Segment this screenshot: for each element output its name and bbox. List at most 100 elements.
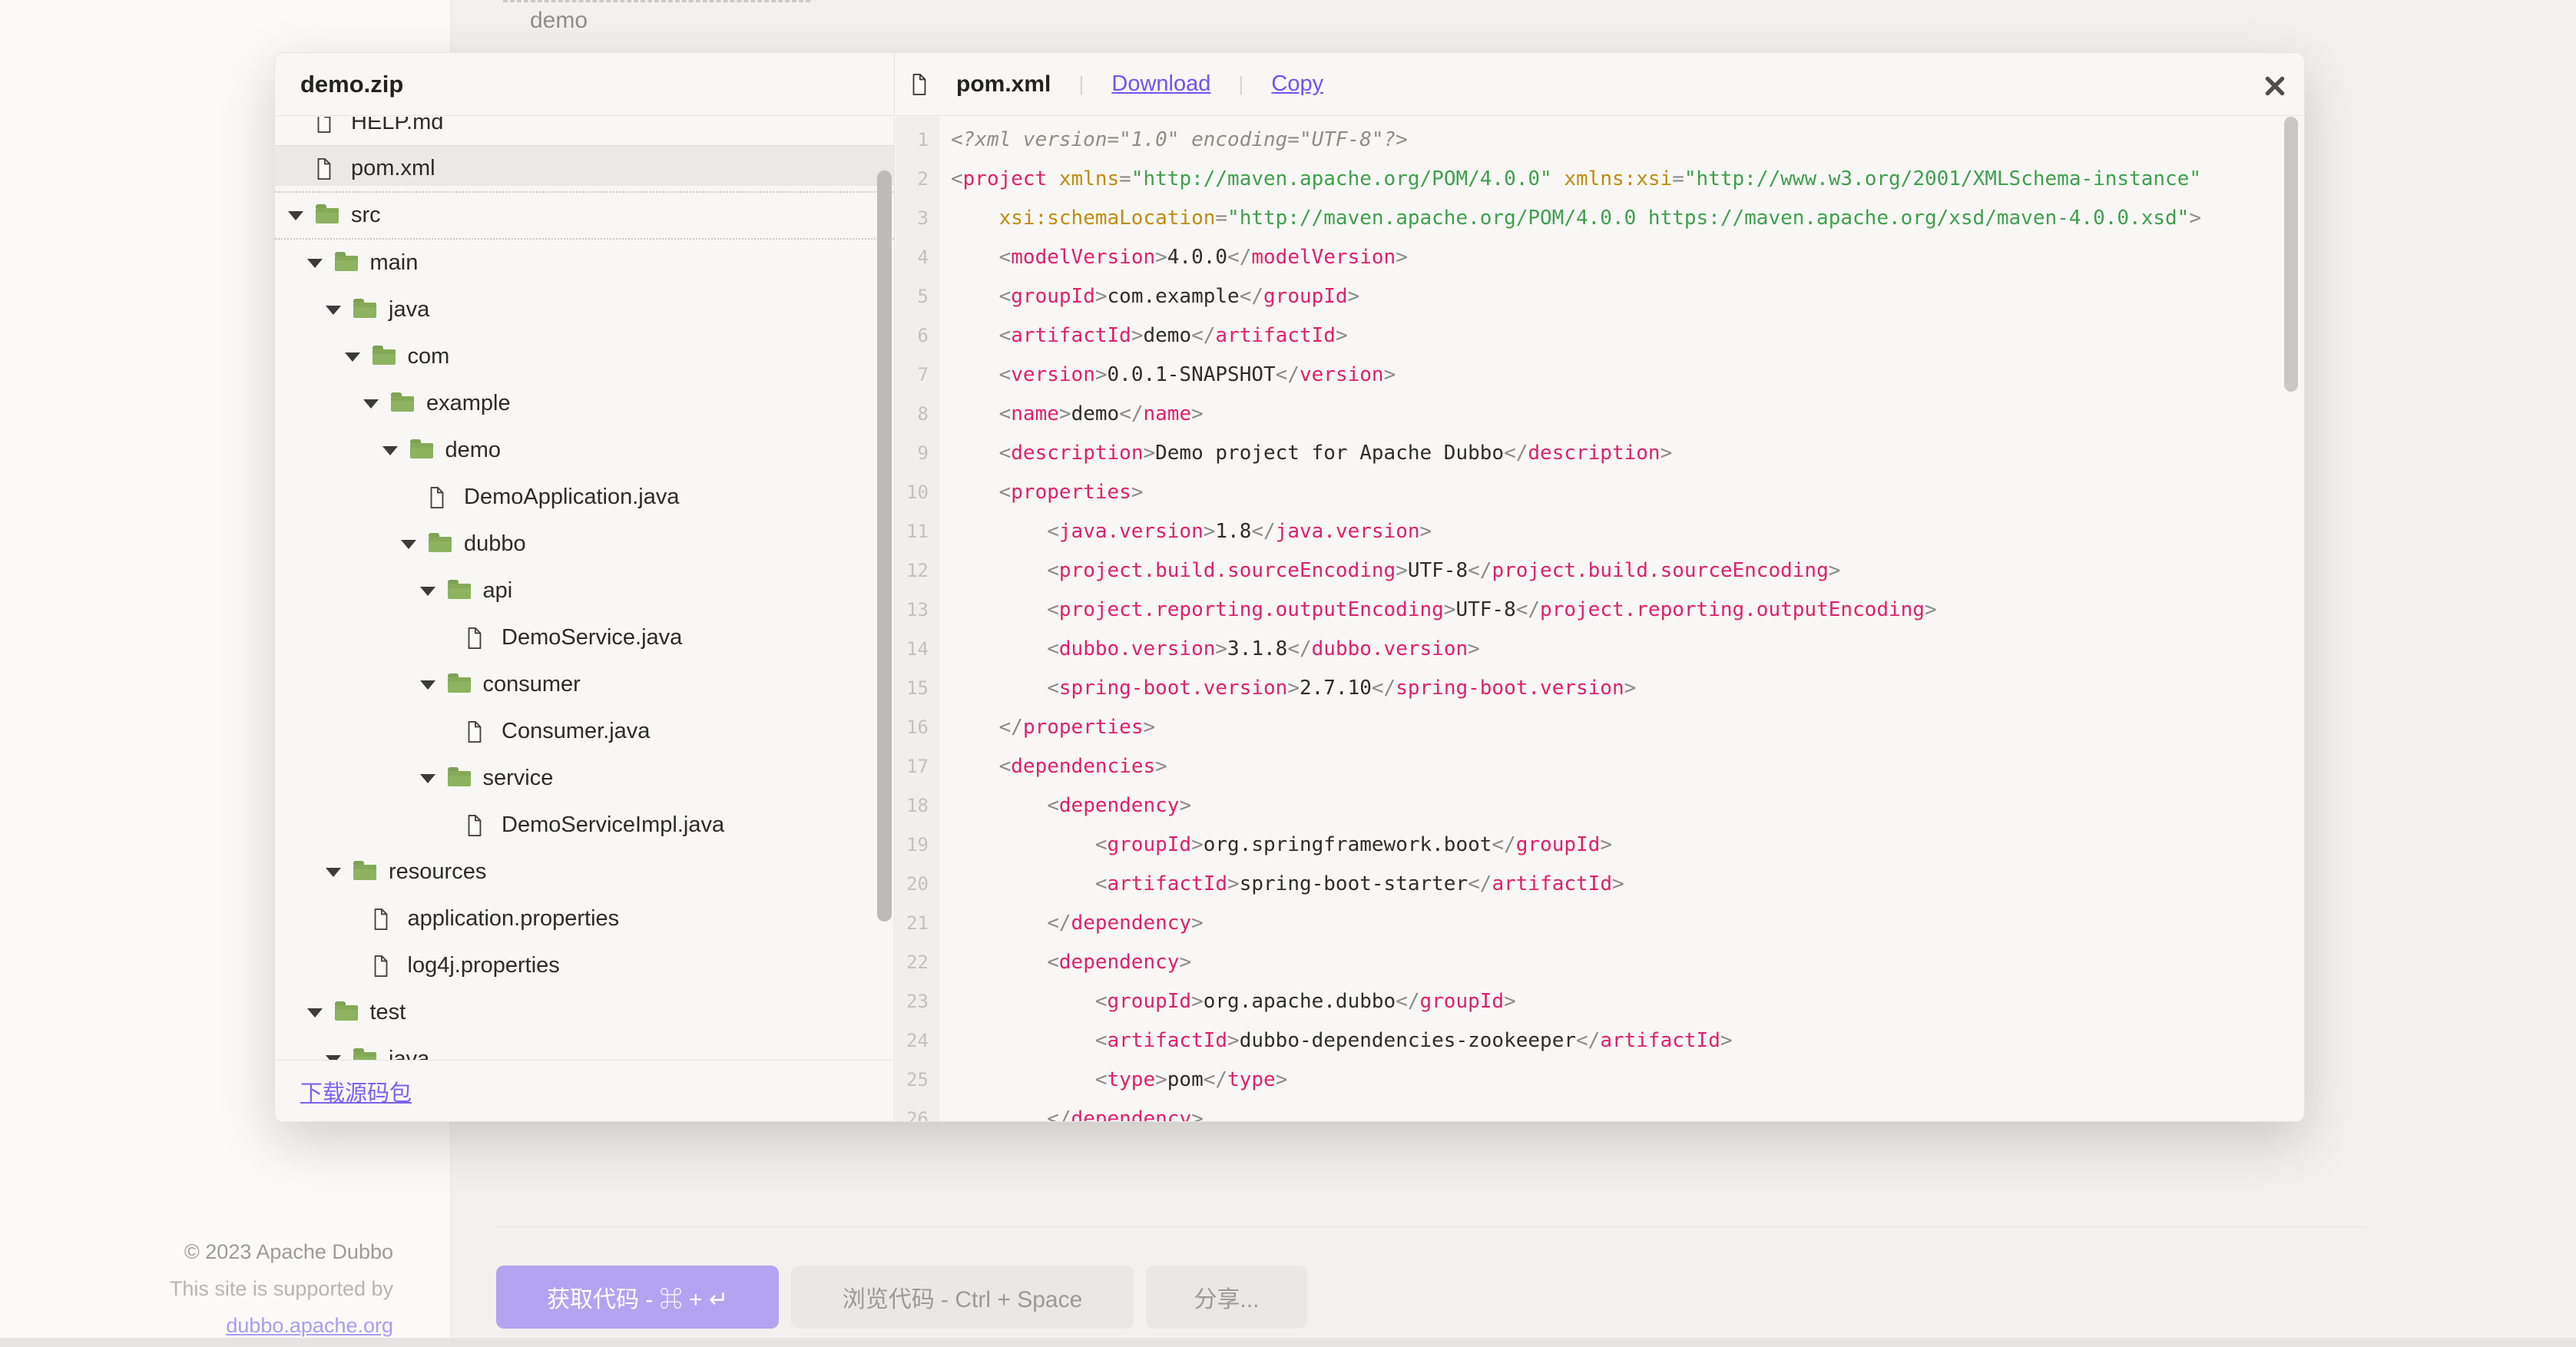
copy-link[interactable]: Copy [1271,71,1323,97]
code-preview-modal: demo.zip pom.xml | Download | Copy HE [275,53,2304,1121]
tree-footer: 下载源码包 [275,1060,895,1121]
line-number: 18 [896,795,939,816]
line-code: <groupId>com.example</groupId> [951,285,1359,308]
tree-item-consumer[interactable]: consumer [275,661,894,708]
line-code: <name>demo</name> [951,402,1204,425]
line-code: <properties> [951,481,1143,504]
file-icon [466,721,483,743]
line-number: 22 [896,952,939,973]
code-lines: 1 <?xml version="1.0" encoding="UTF-8"?>… [896,117,2304,1121]
folder-icon [448,677,471,693]
folder-icon [316,208,339,223]
tree-item-DemoApplication.java[interactable]: DemoApplication.java [275,474,894,521]
tree-item-label: Consumer.java [502,719,650,744]
tree-item-test[interactable]: test [275,989,894,1036]
code-line: 11 <java.version>1.8</java.version> [896,511,2304,551]
tree-item-service[interactable]: service [275,755,894,802]
line-code: <java.version>1.8</java.version> [951,520,1432,543]
tree-item-src[interactable]: src [275,193,894,240]
tree-item-label: DemoServiceImpl.java [502,813,724,838]
tree-header: demo.zip [275,53,895,116]
folder-icon [353,303,376,318]
viewer-filename: pom.xml [956,71,1051,98]
folder-arrow-icon [326,868,341,877]
tree-item-java[interactable]: java [275,1036,894,1060]
tree-item-label: com [408,344,450,369]
folder-icon [372,349,396,365]
tree-item-application.properties[interactable]: application.properties [275,895,894,942]
tree-scrollbar-thumb[interactable] [877,170,892,922]
folder-icon [429,537,452,552]
file-icon [911,74,928,95]
line-number: 9 [896,442,939,464]
code-line: 26 </dependency> [896,1099,2304,1121]
tree-item-label: src [351,203,381,228]
file-icon [372,908,389,930]
line-code: <project xmlns="http://maven.apache.org/… [951,167,2201,190]
code-scrollbar-thumb[interactable] [2284,117,2298,392]
line-code: <dependency> [951,794,1191,817]
download-link[interactable]: Download [1111,71,1210,97]
folder-icon [410,443,433,458]
code-line: 19 <groupId>org.springframework.boot</gr… [896,825,2304,864]
line-number: 15 [896,677,939,699]
line-number: 2 [896,168,939,190]
tree-item-api[interactable]: api [275,568,894,614]
line-code: <dubbo.version>3.1.8</dubbo.version> [951,637,1480,660]
actions-divider [496,1226,2366,1227]
line-code: <artifactId>spring-boot-starter</artifac… [951,872,1624,895]
tree-item-label: main [370,250,419,276]
tree-item-label: dubbo [464,531,526,557]
tree-item-DemoService.java[interactable]: DemoService.java [275,614,894,661]
background-project-name: demo [530,8,588,34]
line-code: <project.build.sourceEncoding>UTF-8</pro… [951,559,1840,582]
tree-item-demo[interactable]: demo [275,427,894,474]
tree-item-log4j.properties[interactable]: log4j.properties [275,942,894,989]
tree-item-label: pom.xml [351,156,435,181]
code-line: 14 <dubbo.version>3.1.8</dubbo.version> [896,629,2304,668]
tree-item-label: DemoService.java [502,625,682,650]
tree-item-label: DemoApplication.java [464,485,679,510]
line-number: 7 [896,364,939,386]
line-number: 25 [896,1069,939,1091]
tree-item-pom.xml[interactable]: pom.xml [275,146,894,193]
line-code: <project.reporting.outputEncoding>UTF-8<… [951,598,1937,621]
tree-item-resources[interactable]: resources [275,849,894,895]
line-number: 20 [896,873,939,895]
folder-icon [335,256,358,271]
background-field-dash [503,0,810,2]
tree-item-main[interactable]: main [275,240,894,286]
folder-icon [353,1052,376,1061]
dubbo-site-link[interactable]: dubbo.apache.org [226,1314,393,1337]
line-code: xsi:schemaLocation="http://maven.apache.… [951,207,2201,230]
tree-item-label: test [370,1000,406,1025]
tree-item-Consumer.java[interactable]: Consumer.java [275,708,894,755]
file-icon [316,158,333,180]
get-code-button[interactable]: 获取代码 - ⌘ + ↵ [496,1266,779,1329]
screen: demo © 2023 Apache Dubbo This site is su… [0,0,2576,1347]
line-number: 5 [896,286,939,307]
close-button[interactable] [2260,71,2290,101]
tree-item-dubbo[interactable]: dubbo [275,521,894,568]
folder-arrow-icon [420,774,435,783]
line-code: <?xml version="1.0" encoding="UTF-8"?> [951,128,1408,151]
viewer-header: pom.xml | Download | Copy [896,53,2304,116]
line-number: 24 [896,1030,939,1051]
tree-item-java[interactable]: java [275,286,894,333]
tree-item-example[interactable]: example [275,380,894,427]
line-number: 19 [896,834,939,856]
tree-item-label: java [389,297,429,323]
line-number: 4 [896,247,939,268]
tree-item-DemoServiceImpl.java[interactable]: DemoServiceImpl.java [275,802,894,849]
line-code: <groupId>org.apache.dubbo</groupId> [951,990,1516,1013]
tree-item-HELP.md[interactable]: HELP.md [275,117,894,146]
download-source-link[interactable]: 下载源码包 [300,1075,412,1107]
line-number: 12 [896,560,939,581]
line-code: </dependency> [951,912,1204,935]
share-button[interactable]: 分享... [1146,1266,1307,1329]
line-number: 17 [896,756,939,777]
browse-code-button[interactable]: 浏览代码 - Ctrl + Space [791,1266,1134,1329]
tree-item-com[interactable]: com [275,333,894,380]
tree-item-label: consumer [483,672,581,697]
code-line: 24 <artifactId>dubbo-dependencies-zookee… [896,1021,2304,1060]
